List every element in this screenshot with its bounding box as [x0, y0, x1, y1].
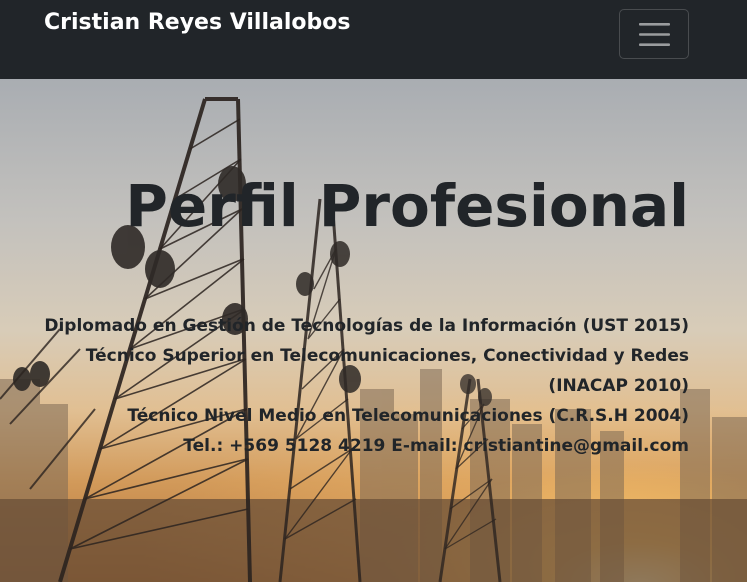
email-label: E-mail: [391, 436, 458, 456]
top-navbar: Cristian Reyes Villalobos [0, 0, 747, 79]
brand-link[interactable]: Cristian Reyes Villalobos [44, 8, 350, 38]
hero-title: Perfil Profesional [125, 172, 689, 240]
phone-text: Tel.: +569 5128 4219 [183, 436, 386, 456]
hero-section: Perfil Profesional Diplomado en Gestión … [0, 79, 747, 582]
education-line-2: Técnico Superior en Telecomunicaciones, … [85, 346, 689, 396]
email-link[interactable]: cristiantine@gmail.com [464, 436, 689, 456]
contact-line: Tel.: +569 5128 4219 E-mail: cristiantin… [29, 431, 689, 461]
profile-details: Diplomado en Gestión de Tecnologías de l… [29, 311, 689, 461]
education-line-3: Técnico Nivel Medio en Telecomunicacione… [127, 406, 689, 426]
hamburger-menu-icon [639, 23, 670, 46]
navbar-toggler-button[interactable] [619, 9, 689, 59]
education-line-1: Diplomado en Gestión de Tecnologías de l… [44, 316, 689, 336]
